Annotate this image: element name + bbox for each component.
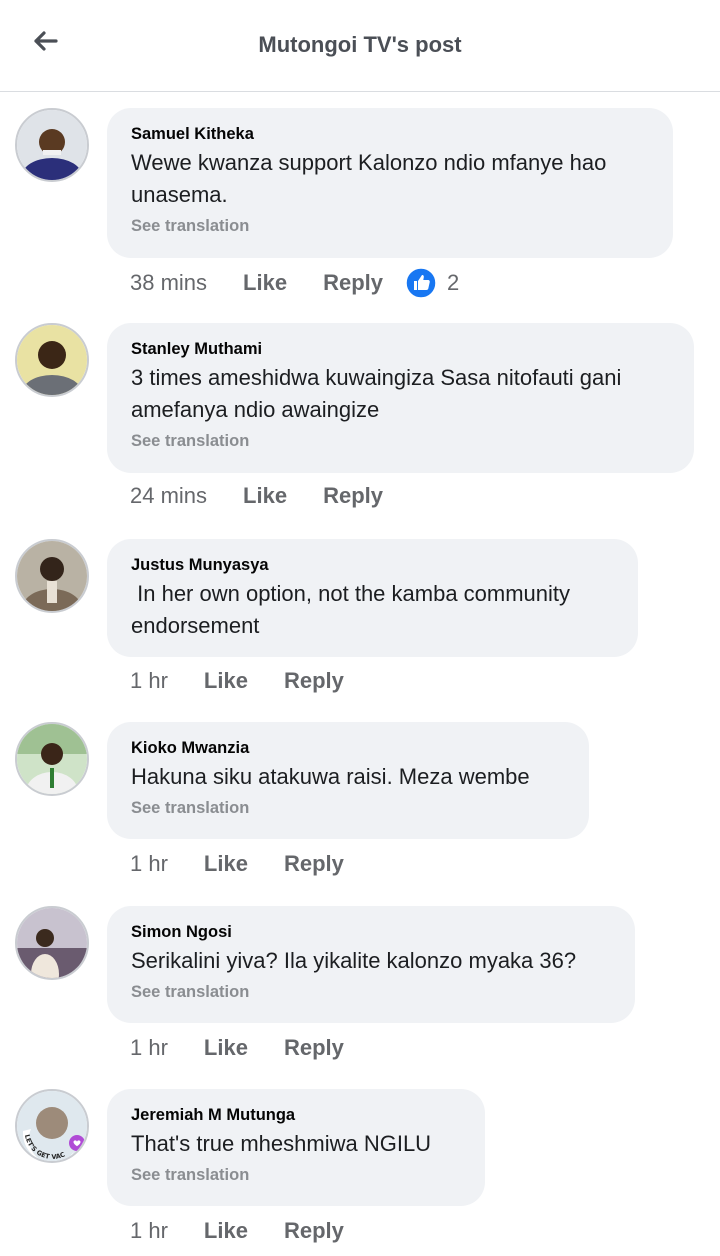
- comment-author[interactable]: Stanley Muthami: [131, 338, 670, 360]
- reply-button[interactable]: Reply: [284, 668, 344, 694]
- see-translation-link[interactable]: See translation: [131, 981, 611, 1003]
- comment-bubble: Samuel Kitheka Wewe kwanza support Kalon…: [107, 108, 673, 258]
- comment-text: 3 times ameshidwa kuwaingiza Sasa nitofa…: [131, 365, 622, 422]
- see-translation-link[interactable]: See translation: [131, 797, 565, 819]
- avatar[interactable]: [15, 906, 89, 980]
- page-title: Mutongoi TV's post: [258, 32, 462, 57]
- reply-button[interactable]: Reply: [284, 851, 344, 877]
- comment-timestamp[interactable]: 1 hr: [130, 851, 168, 877]
- see-translation-link[interactable]: See translation: [131, 1164, 461, 1186]
- reply-button[interactable]: Reply: [323, 483, 383, 509]
- comment-bubble: Kioko Mwanzia Hakuna siku atakuwa raisi.…: [107, 722, 589, 839]
- reply-button[interactable]: Reply: [323, 270, 383, 296]
- comment-text: Wewe kwanza support Kalonzo ndio mfanye …: [131, 150, 607, 207]
- comment-timestamp[interactable]: 24 mins: [130, 483, 207, 509]
- avatar[interactable]: [15, 323, 89, 397]
- comment-actions: 1 hr Like Reply: [130, 1218, 344, 1244]
- comment-actions: 1 hr Like Reply: [130, 1035, 344, 1061]
- comment-text: That's true mheshmiwa NGILU: [131, 1131, 432, 1156]
- like-button[interactable]: Like: [204, 1035, 248, 1061]
- comment-bubble: Jeremiah M Mutunga That's true mheshmiwa…: [107, 1089, 485, 1206]
- thumbs-up-icon: [405, 267, 437, 299]
- reply-button[interactable]: Reply: [284, 1218, 344, 1244]
- comment-author[interactable]: Samuel Kitheka: [131, 123, 649, 145]
- comment-timestamp[interactable]: 1 hr: [130, 1035, 168, 1061]
- like-button[interactable]: Like: [204, 1218, 248, 1244]
- avatar[interactable]: [15, 108, 89, 182]
- comment-text: Serikalini yiva? Ila yikalite kalonzo my…: [131, 948, 577, 973]
- like-button[interactable]: Like: [243, 483, 287, 509]
- reaction-count: 2: [447, 270, 460, 295]
- like-button[interactable]: Like: [243, 270, 287, 296]
- comment-timestamp[interactable]: 38 mins: [130, 270, 207, 296]
- avatar[interactable]: [15, 722, 89, 796]
- comment-actions: 1 hr Like Reply: [130, 668, 344, 694]
- comment-author[interactable]: Kioko Mwanzia: [131, 737, 565, 759]
- comment-timestamp[interactable]: 1 hr: [130, 668, 168, 694]
- like-button[interactable]: Like: [204, 851, 248, 877]
- comment-actions: 38 mins Like Reply 2: [130, 267, 459, 299]
- comment-author[interactable]: Simon Ngosi: [131, 921, 611, 943]
- comment-timestamp[interactable]: 1 hr: [130, 1218, 168, 1244]
- see-translation-link[interactable]: See translation: [131, 430, 670, 452]
- top-bar: Mutongoi TV's post: [0, 0, 720, 92]
- avatar[interactable]: LET'S GET VACCINATED: [15, 1089, 89, 1163]
- avatar[interactable]: [15, 539, 89, 613]
- comment-bubble: Stanley Muthami 3 times ameshidwa kuwain…: [107, 323, 694, 473]
- comment-actions: 1 hr Like Reply: [130, 851, 344, 877]
- comment-bubble: Justus Munyasya In her own option, not t…: [107, 539, 638, 657]
- see-translation-link[interactable]: See translation: [131, 215, 649, 237]
- comment-author[interactable]: Justus Munyasya: [131, 554, 614, 576]
- comment-text: Hakuna siku atakuwa raisi. Meza wembe: [131, 764, 530, 789]
- comment-text: In her own option, not the kamba communi…: [131, 581, 577, 638]
- reply-button[interactable]: Reply: [284, 1035, 344, 1061]
- comment-author[interactable]: Jeremiah M Mutunga: [131, 1104, 461, 1126]
- like-button[interactable]: Like: [204, 668, 248, 694]
- comment-actions: 24 mins Like Reply: [130, 483, 383, 509]
- reaction-summary[interactable]: 2: [405, 267, 459, 299]
- comment-bubble: Simon Ngosi Serikalini yiva? Ila yikalit…: [107, 906, 635, 1023]
